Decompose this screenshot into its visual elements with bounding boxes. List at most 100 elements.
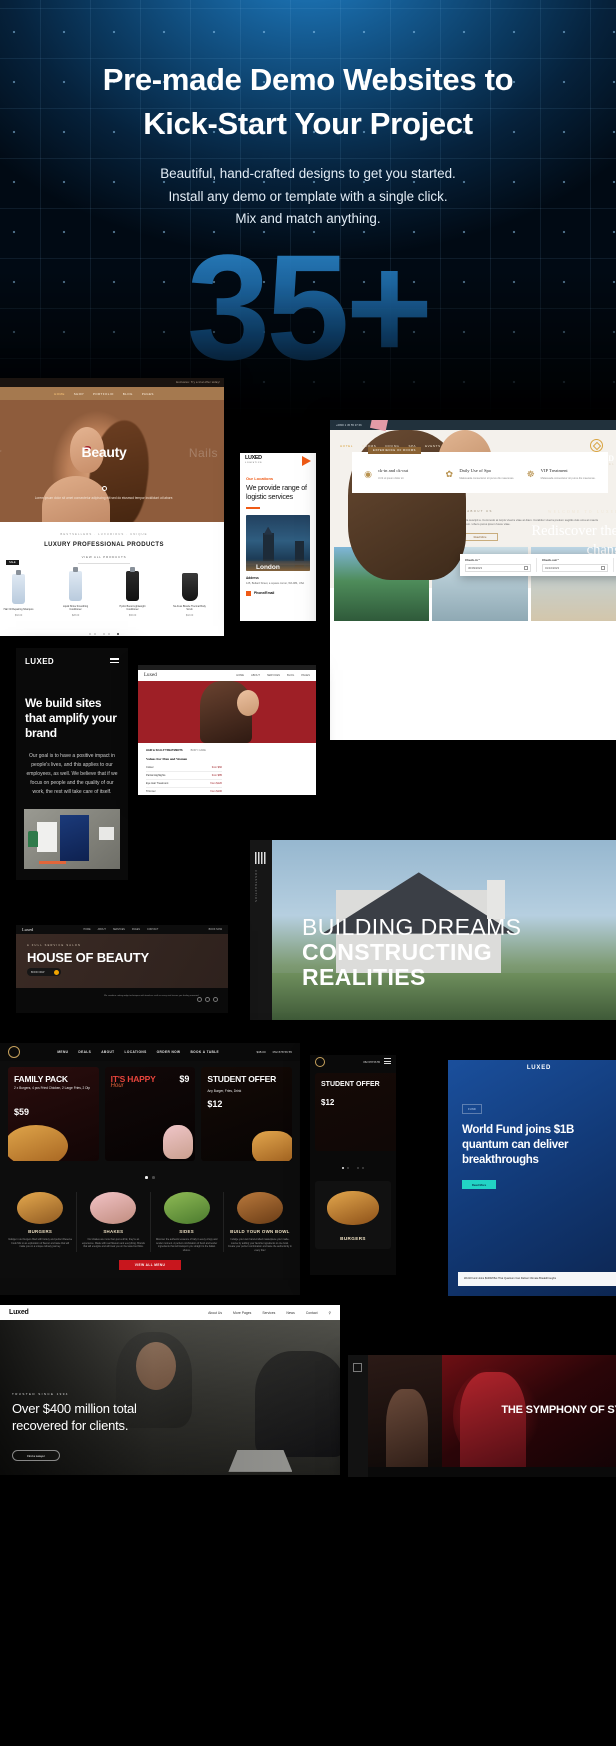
beauty-nav-item-0[interactable]: HOME xyxy=(54,392,65,396)
instagram-icon[interactable] xyxy=(205,997,210,1002)
checkin-input[interactable]: 30/09/2023 xyxy=(465,564,531,572)
demo-card-investment[interactable]: LUXED FUND World Fund joins $1B quantum … xyxy=(448,1060,616,1296)
demo-card-construction[interactable]: CONSTRUCTION BUILDING DREAMS CONSTRUCTIN… xyxy=(250,840,616,1020)
rmobile-hero-slide[interactable]: STUDENT OFFER $12 xyxy=(315,1073,396,1151)
hotel-nav-item-0[interactable]: HOTEL xyxy=(340,444,353,448)
hotel-booking-form[interactable]: Check-in * 30/09/2023 Check-out * 01/10/… xyxy=(460,554,616,576)
restaurant-nav-right[interactable]: $38.00 052-578 56 55 xyxy=(256,1050,292,1054)
table-row[interactable]: Liquid Shine Smoothing Conditioner $28.0… xyxy=(57,567,95,617)
rmobile-category-card[interactable]: BURGERS xyxy=(315,1181,391,1249)
pager-dot-active[interactable] xyxy=(117,632,120,635)
rmobile-carousel-pager[interactable] xyxy=(310,1156,396,1174)
pager-dot[interactable] xyxy=(361,1166,365,1169)
salon-nav[interactable]: Luxed HOME ABOUT SERVICES BLOG PAGES xyxy=(138,670,316,681)
lawyer-nav-item-2[interactable]: Services xyxy=(262,1311,275,1315)
restaurant-slides[interactable]: FAMILY PACK 2 x Burgers, 4 pcs Fried Chi… xyxy=(0,1061,300,1161)
rmobile-nav[interactable]: 052-578 56 55 xyxy=(310,1055,396,1069)
lawyer-nav-item-0[interactable]: About Us xyxy=(208,1311,222,1315)
lawyer-nav-links[interactable]: About Us More Pages Services News Contac… xyxy=(208,1311,331,1315)
invest-read-more-button[interactable]: Read More xyxy=(462,1180,496,1189)
salon-nav-item-4[interactable]: PAGES xyxy=(301,674,310,677)
category-card[interactable]: SIDES Discover the authentic essence of … xyxy=(151,1192,224,1253)
product-card[interactable]: Hydro Boost Lightweight Conditioner $36.… xyxy=(114,567,152,617)
hob-nav-item-2[interactable]: SERVICES xyxy=(113,928,125,931)
category-card[interactable]: SHAKES Our shakes are more than just a d… xyxy=(77,1192,151,1253)
hamburger-menu-icon[interactable] xyxy=(110,658,119,665)
hob-nav-links[interactable]: HOME ABOUT SERVICES PAGES CONTACT xyxy=(83,928,158,931)
demo-card-music[interactable]: THE SYMPHONY OF SYNTH 01 / ALBUM THE RHY… xyxy=(348,1355,616,1477)
demo-card-salon[interactable]: Luxed HOME ABOUT SERVICES BLOG PAGES We … xyxy=(138,665,316,795)
salon-pricing-tabs[interactable]: HAIR & SCALP TREATMENTS BODY CARE xyxy=(146,749,308,752)
restaurant-nav-item-4[interactable]: ORDER NOW xyxy=(157,1050,181,1054)
salon-nav-item-0[interactable]: HOME xyxy=(236,674,244,677)
lawyer-cta-button[interactable]: Find a Lawyer xyxy=(12,1450,60,1461)
pager-dot-active[interactable] xyxy=(145,1176,148,1179)
promo-slide-happy-hour[interactable]: IT'S HAPPY Hour $9 MON-FRI 2PM-5PM xyxy=(104,1067,196,1161)
demo-card-hotel[interactable]: +0800 1 45 55 37 66 HOTEL ROOMS DINING S… xyxy=(330,420,616,740)
checkout-input[interactable]: 01/10/2023 xyxy=(542,564,608,572)
demo-card-lawyer[interactable]: Luxed About Us More Pages Services News … xyxy=(0,1305,340,1475)
beauty-nav-item-2[interactable]: PORTFOLIO xyxy=(93,392,114,396)
cart-total[interactable]: $38.00 xyxy=(256,1050,265,1054)
beauty-carousel-pager[interactable] xyxy=(0,622,224,636)
checkin-field[interactable]: Check-in * 30/09/2023 xyxy=(460,558,537,572)
category-card[interactable]: BUILD YOUR OWN BOWL Indulge your own han… xyxy=(224,1192,296,1252)
pager-dot[interactable] xyxy=(93,632,96,635)
product-card[interactable]: Hair Oil Repairing Shampoo $32.00 xyxy=(0,570,38,617)
restaurant-view-all-button[interactable]: VIEW ALL MENU xyxy=(119,1260,181,1271)
hotel-nav-item-4[interactable]: EVENTS xyxy=(425,444,441,448)
lawyer-nav-item-1[interactable]: More Pages xyxy=(233,1311,251,1315)
hob-nav-cta[interactable]: BOOK NOW xyxy=(209,928,222,931)
hob-nav[interactable]: Luxed HOME ABOUT SERVICES PAGES CONTACT … xyxy=(16,925,228,934)
demo-card-beauty-shop[interactable]: Exclusive: Try a trial offer today! HOME… xyxy=(0,378,224,636)
hob-cta-button[interactable]: BOOK NOW xyxy=(27,968,61,976)
calendar-icon[interactable] xyxy=(524,566,528,570)
pager-dot[interactable] xyxy=(356,1166,359,1169)
pager-dot[interactable] xyxy=(108,632,110,635)
pager-dot-active[interactable] xyxy=(341,1166,345,1169)
demo-card-restaurant-mobile[interactable]: 052-578 56 55 STUDENT OFFER $12 BURGERS xyxy=(310,1055,396,1275)
hamburger-menu-icon[interactable] xyxy=(384,1058,391,1066)
twitter-icon[interactable] xyxy=(213,997,218,1002)
facebook-icon[interactable] xyxy=(197,997,202,1002)
search-icon[interactable]: ⚲ xyxy=(329,1311,331,1315)
demo-card-agency[interactable]: LUXED We build sites that amplify your b… xyxy=(16,648,128,880)
demo-card-house-of-beauty[interactable]: Luxed HOME ABOUT SERVICES PAGES CONTACT … xyxy=(16,925,228,1013)
salon-nav-item-1[interactable]: ABOUT xyxy=(251,674,260,677)
beauty-nav-item-4[interactable]: PAGES xyxy=(142,392,154,396)
hob-nav-item-4[interactable]: CONTACT xyxy=(147,928,158,931)
category-card[interactable]: BURGERS Indulge in our burgers filled wi… xyxy=(4,1192,78,1253)
lawyer-nav[interactable]: Luxed About Us More Pages Services News … xyxy=(0,1305,340,1320)
restaurant-nav-item-2[interactable]: ABOUT xyxy=(101,1050,114,1054)
restaurant-nav-item-5[interactable]: BOOK A TABLE xyxy=(190,1050,219,1054)
calendar-icon[interactable] xyxy=(601,566,605,570)
logistics-phone-email[interactable]: Phone/Email xyxy=(240,586,316,596)
hob-nav-item-0[interactable]: HOME xyxy=(83,928,90,931)
pager-dot[interactable] xyxy=(103,632,105,635)
demo-card-restaurant[interactable]: MENU DEALS ABOUT LOCATIONS ORDER NOW BOO… xyxy=(0,1043,300,1295)
restaurant-nav-item-3[interactable]: LOCATIONS xyxy=(125,1050,147,1054)
hob-nav-item-1[interactable]: ABOUT xyxy=(98,928,106,931)
lawyer-nav-item-4[interactable]: Contact xyxy=(306,1311,318,1315)
restaurant-nav-item-1[interactable]: DEALS xyxy=(78,1050,91,1054)
rmobile-nav-right[interactable]: 052-578 56 55 xyxy=(363,1058,391,1066)
beauty-view-all-link[interactable]: VIEW ALL PRODUCTS xyxy=(0,555,224,564)
beauty-nav-item-1[interactable]: SHOP xyxy=(74,392,84,396)
tab-hair-scalp[interactable]: HAIR & SCALP TREATMENTS xyxy=(146,749,183,752)
hotel-read-more-button[interactable]: Read More xyxy=(462,533,498,542)
pager-dot[interactable] xyxy=(347,1166,350,1169)
promo-slide-family-pack[interactable]: FAMILY PACK 2 x Burgers, 4 pcs Fried Chi… xyxy=(8,1067,99,1161)
hotel-phone[interactable]: +0800 1 45 55 37 66 xyxy=(336,423,362,427)
demo-card-logistics[interactable]: LUXED LOGISTICS Our Locations We provide… xyxy=(240,453,316,621)
restaurant-nav-item-0[interactable]: MENU xyxy=(57,1050,68,1054)
restaurant-nav-links[interactable]: MENU DEALS ABOUT LOCATIONS ORDER NOW BOO… xyxy=(57,1050,219,1054)
salon-nav-item-2[interactable]: SERVICES xyxy=(267,674,280,677)
promo-slide-student-offer[interactable]: STUDENT OFFER Any Burger, Fries, Drink $… xyxy=(201,1067,293,1161)
tab-body-care[interactable]: BODY CARE xyxy=(191,749,206,752)
salon-nav-links[interactable]: HOME ABOUT SERVICES BLOG PAGES xyxy=(236,674,310,677)
pager-dot[interactable] xyxy=(88,632,91,635)
lawyer-nav-item-3[interactable]: News xyxy=(286,1311,294,1315)
beauty-nav-item-3[interactable]: BLOG xyxy=(123,392,133,396)
restaurant-carousel-pager[interactable] xyxy=(0,1166,300,1184)
product-card[interactable]: No-Fuss Blonde Thermal Body Scrub $42.00 xyxy=(171,573,209,617)
